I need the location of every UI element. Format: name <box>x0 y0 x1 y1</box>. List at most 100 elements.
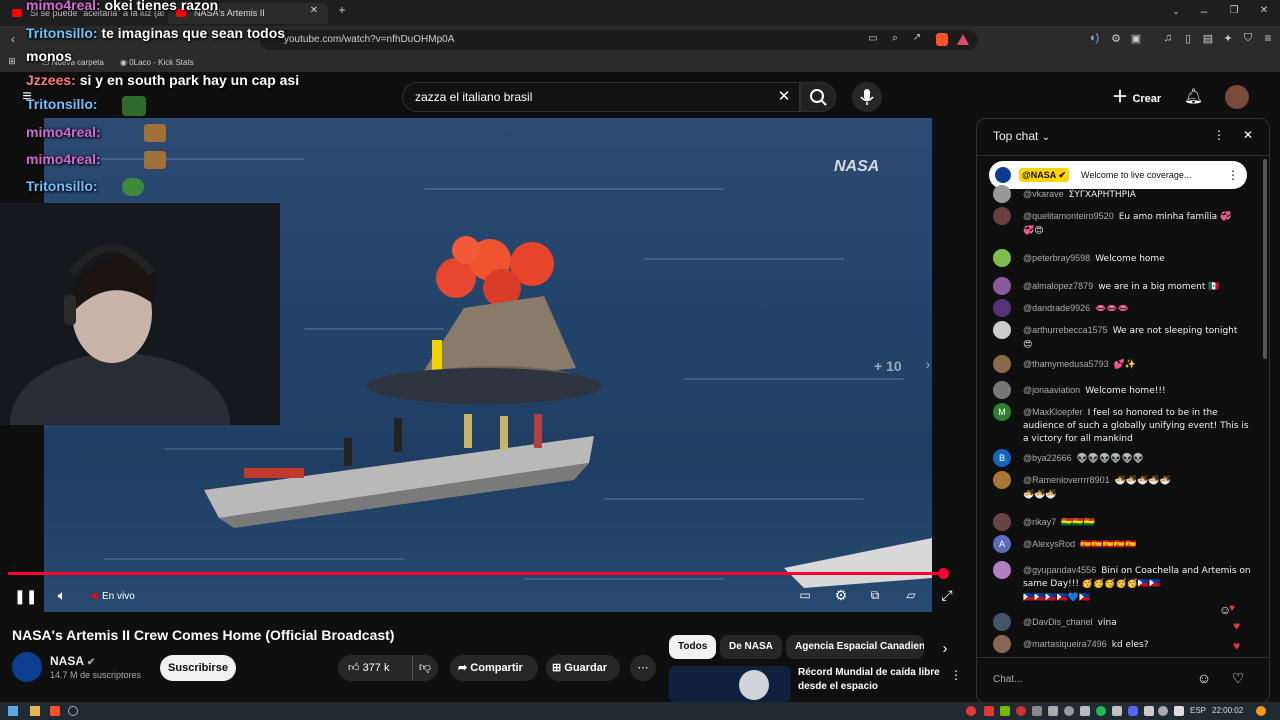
share-button[interactable]: ➦ Compartir <box>450 655 538 681</box>
close-window-icon[interactable]: ✕ <box>1256 5 1272 16</box>
chat-author-avatar[interactable] <box>993 299 1011 317</box>
chat-author-name[interactable]: @DavDis_chanel <box>1023 617 1093 627</box>
user-avatar[interactable] <box>1225 85 1249 109</box>
heart-icon[interactable]: ♡ <box>1229 670 1247 687</box>
chat-author-avatar[interactable] <box>993 635 1011 653</box>
chat-author-name[interactable]: @dandrade9926 <box>1023 303 1090 313</box>
tray-spotify-icon[interactable] <box>1096 706 1106 716</box>
notifications-bell-icon[interactable]: 🔔︎ <box>1184 87 1203 105</box>
chat-author-avatar[interactable]: B <box>993 449 1011 467</box>
recommended-thumbnail[interactable] <box>669 666 791 702</box>
pinned-more-icon[interactable]: ⋮ <box>1227 161 1239 189</box>
miniplayer-icon[interactable]: ⧉ <box>866 588 884 603</box>
close-tab-icon[interactable]: ✕ <box>306 5 322 16</box>
chat-author-avatar[interactable] <box>993 355 1011 373</box>
chat-author-avatar[interactable] <box>993 185 1011 203</box>
chat-author-name[interactable]: @jonaaviation <box>1023 385 1080 395</box>
tray-record-icon[interactable] <box>966 706 976 716</box>
tray-notification-icon[interactable] <box>1256 706 1266 716</box>
thumbs-down-icon[interactable]: 👎︎ <box>414 660 436 675</box>
chat-options-icon[interactable]: ⋮ <box>1213 128 1225 142</box>
tray-volume-icon[interactable] <box>1174 706 1184 716</box>
channel-avatar[interactable] <box>12 652 42 682</box>
tray-app-icon[interactable] <box>1112 706 1122 716</box>
tray-app-icon[interactable] <box>1048 706 1058 716</box>
apps-grid-icon[interactable]: ⊞ <box>6 56 18 67</box>
chat-author-avatar[interactable] <box>993 471 1011 489</box>
pause-icon[interactable]: ❚❚ <box>14 588 37 605</box>
progress-bar[interactable] <box>8 572 944 575</box>
chat-author-avatar[interactable]: M <box>993 403 1011 421</box>
pinned-message[interactable]: @NASA ✔ Welcome to live coverage... ⋮ <box>989 161 1247 189</box>
sidebar-icon[interactable]: ▯ <box>1180 32 1196 45</box>
wallet-icon[interactable]: ▤ <box>1200 32 1216 45</box>
chip-csa[interactable]: Agencia Espacial Canadiense <box>786 635 924 659</box>
brave-icon[interactable] <box>50 706 60 716</box>
chat-author-avatar[interactable] <box>993 277 1011 295</box>
restore-icon[interactable]: ❐ <box>1226 5 1242 16</box>
chat-author-avatar[interactable] <box>993 613 1011 631</box>
music-icon[interactable]: ♫ <box>1160 32 1176 44</box>
chat-author-avatar[interactable] <box>993 321 1011 339</box>
tray-nvidia-icon[interactable] <box>1000 706 1010 716</box>
fullscreen-icon[interactable]: ⤢ <box>938 587 956 604</box>
chat-scrollbar[interactable] <box>1263 159 1267 359</box>
chat-author-name[interactable]: @thamymedusa5793 <box>1023 359 1109 369</box>
tab-list-chevron-down-icon[interactable]: ⌄ <box>1168 6 1184 17</box>
chat-author-name[interactable]: @vkarave <box>1023 189 1064 199</box>
chip-all[interactable]: Todos <box>669 635 717 659</box>
start-icon[interactable] <box>8 706 18 716</box>
chat-author-avatar[interactable] <box>993 249 1011 267</box>
chat-author-name[interactable]: @bya22666 <box>1023 453 1072 463</box>
chat-input[interactable]: Chat... <box>993 669 1203 691</box>
chat-author-name[interactable]: @arthurrebecca1575 <box>1023 325 1108 335</box>
chat-author-name[interactable]: @gyupandav4556 <box>1023 565 1096 575</box>
chat-author-avatar[interactable]: A <box>993 535 1011 553</box>
leo-ai-icon[interactable]: ✦ <box>1220 32 1236 45</box>
audio-icon[interactable]: ◖) <box>1086 32 1102 44</box>
progress-scrubber[interactable] <box>938 568 949 579</box>
chat-author-avatar[interactable] <box>993 513 1011 531</box>
new-tab-icon[interactable]: + <box>334 3 350 17</box>
rewards-triangle-icon[interactable] <box>957 34 969 45</box>
cast-icon[interactable]: ▱ <box>902 588 920 602</box>
chat-author-avatar[interactable] <box>993 561 1011 579</box>
live-indicator[interactable]: En vivo <box>92 589 152 605</box>
chat-author-name[interactable]: @Ramenloverrrr8901 <box>1023 475 1110 485</box>
vpn-icon[interactable]: ⛉ <box>1240 32 1256 45</box>
share-icon[interactable]: ↗ <box>910 32 924 43</box>
search-button[interactable] <box>800 82 836 112</box>
tray-app-icon[interactable] <box>1032 706 1042 716</box>
chat-author-name[interactable]: @peterbray9598 <box>1023 253 1090 263</box>
file-explorer-icon[interactable] <box>30 706 40 716</box>
search-input[interactable]: zazza el italiano brasil <box>402 82 800 112</box>
tray-app-icon[interactable] <box>1144 706 1154 716</box>
tray-discord-icon[interactable] <box>1128 706 1138 716</box>
brave-shield-icon[interactable] <box>936 33 948 46</box>
chip-from-nasa[interactable]: De NASA <box>720 635 782 659</box>
extension-icon[interactable]: ⚙ <box>1108 32 1124 45</box>
tray-app-icon[interactable] <box>1064 706 1074 716</box>
chat-author-name[interactable]: @MaxKloepfer <box>1023 407 1083 417</box>
emoji-picker-icon[interactable]: ☺ <box>1195 670 1213 686</box>
save-button[interactable]: ⊞ Guardar <box>546 655 620 681</box>
voice-search-button[interactable] <box>852 82 882 112</box>
tray-app-icon[interactable] <box>984 706 994 716</box>
clear-search-icon[interactable]: ✕ <box>776 87 792 105</box>
more-actions-button[interactable]: ⋯ <box>630 655 656 681</box>
subscribe-button[interactable]: Suscribirse <box>160 655 236 681</box>
subtitles-icon[interactable]: ▭ <box>796 588 814 602</box>
chat-author-name[interactable]: @quelitamonteiro9520 <box>1023 211 1114 221</box>
chips-next-chevron-icon[interactable]: › <box>938 640 952 657</box>
steam-icon[interactable] <box>68 706 78 716</box>
chat-author-name[interactable]: @almalopez7879 <box>1023 281 1093 291</box>
extension-icon[interactable]: ▣ <box>1128 32 1144 45</box>
tray-app-icon[interactable] <box>1016 706 1026 716</box>
volume-icon[interactable]: 🔈︎ <box>52 587 72 604</box>
bookmark-link[interactable]: ◉ 0Laco - Kick Stats <box>120 57 194 69</box>
tray-language[interactable]: ESP <box>1190 706 1206 715</box>
chat-author-avatar[interactable] <box>993 381 1011 399</box>
back-icon[interactable]: ‹ <box>6 32 20 46</box>
chat-author-name[interactable]: @rikay7 <box>1023 517 1056 527</box>
chat-author-avatar[interactable] <box>993 207 1011 225</box>
